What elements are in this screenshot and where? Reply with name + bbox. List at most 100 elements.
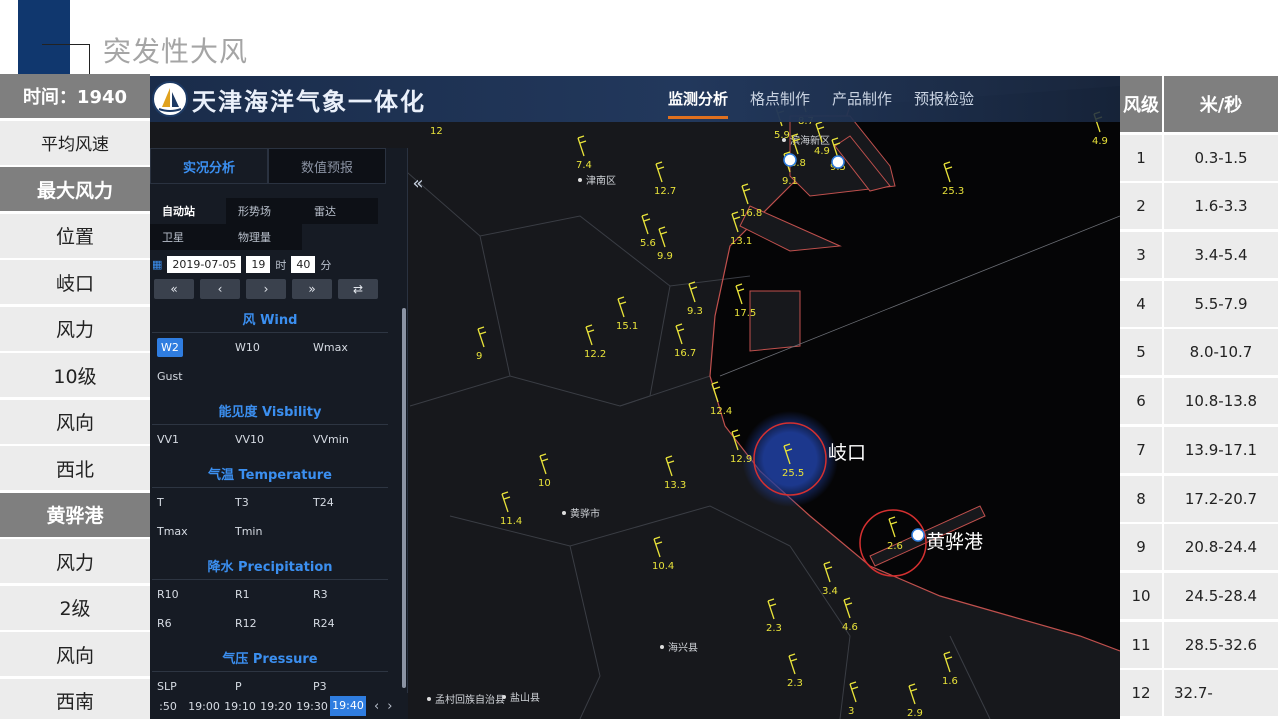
- place-label: 黄骅市: [570, 507, 600, 520]
- date-input[interactable]: 2019-07-05: [167, 256, 242, 273]
- port-marker-icon: [831, 155, 845, 169]
- element-option-label: T: [157, 496, 164, 509]
- hour-unit: 时: [275, 258, 287, 272]
- time-prev-icon[interactable]: ‹: [374, 699, 379, 714]
- element-option[interactable]: W10: [230, 333, 308, 362]
- element-option[interactable]: R12: [230, 609, 308, 638]
- left-cell: 岐口: [0, 260, 150, 304]
- time-cell[interactable]: 19:10: [222, 700, 258, 713]
- time-step-button[interactable]: «: [154, 279, 194, 299]
- sub-tabs: 自动站 形势场 雷达卫星 物理量: [150, 198, 405, 250]
- wind-value-label: 12.7: [654, 186, 676, 197]
- wind-table-row: 9 20.8-24.4: [1120, 524, 1278, 571]
- sub-tab[interactable]: 形势场: [226, 198, 302, 224]
- calendar-icon: ▦: [152, 258, 163, 271]
- left-cell: 平均风速: [0, 120, 150, 165]
- left-cell: 位置: [0, 213, 150, 258]
- wind-value-label: 2.3: [766, 623, 782, 634]
- nav-item[interactable]: 产品制作: [832, 88, 892, 117]
- time-cell[interactable]: :50: [150, 700, 186, 713]
- sailboat-logo-icon: [152, 81, 188, 117]
- element-option[interactable]: Wmax: [308, 333, 386, 362]
- left-cell: 2级: [0, 585, 150, 630]
- element-option[interactable]: R24: [308, 609, 386, 638]
- time-cell[interactable]: 19:40: [330, 696, 366, 716]
- sub-tab[interactable]: 物理量: [226, 224, 302, 250]
- element-option-label: VVmin: [313, 433, 349, 446]
- element-option-label: VV1: [157, 433, 180, 446]
- wind-table-header: 风级 米/秒: [1120, 76, 1278, 132]
- element-option[interactable]: Tmax: [152, 517, 230, 546]
- wind-speed-range: 0.3-1.5: [1164, 134, 1278, 181]
- minute-unit: 分: [320, 258, 332, 272]
- wind-scale-table: 风级 米/秒 1 0.3-1.5 2 1.6-3.3 3 3.4-5.4 4 5.5-7.9 5 8.…: [1120, 76, 1278, 719]
- wind-value-label: 10.4: [652, 561, 674, 572]
- place-marker: [578, 178, 582, 182]
- left-info-column: 时间：1940 平均风速 最大风力 位置 岐口 风力 10级 风向 西北 黄骅港 风力 2级 风向 西南: [0, 74, 150, 719]
- wind-speed-range: 28.5-32.6: [1164, 621, 1278, 668]
- element-option[interactable]: VVmin: [308, 425, 386, 454]
- element-option-label: P: [235, 680, 242, 693]
- minute-input[interactable]: 40: [291, 256, 316, 273]
- time-step-button[interactable]: »: [292, 279, 332, 299]
- element-option[interactable]: W2: [152, 333, 230, 362]
- wind-value-label: 11.4: [500, 516, 522, 527]
- wind-value-label: 9: [476, 351, 482, 362]
- element-option[interactable]: VV1: [152, 425, 230, 454]
- time-next-icon[interactable]: ›: [387, 699, 392, 714]
- wind-value-label: 3: [848, 706, 854, 717]
- time-cell[interactable]: 19:00: [186, 700, 222, 713]
- section-options: T T3 T24 Tmax Tmin: [152, 488, 388, 546]
- hour-input[interactable]: 19: [246, 256, 271, 273]
- panel-scrollbar[interactable]: [402, 308, 406, 688]
- element-option-label: R3: [313, 588, 328, 601]
- left-cell: 风力: [0, 539, 150, 583]
- left-cell: 风力: [0, 306, 150, 351]
- element-option[interactable]: T3: [230, 488, 308, 517]
- wind-value-label: 12.9: [730, 454, 752, 465]
- element-option[interactable]: T: [152, 488, 230, 517]
- element-option[interactable]: R6: [152, 609, 230, 638]
- wind-value-label: 9.3: [687, 306, 703, 317]
- nav-item[interactable]: 预报检验: [914, 88, 974, 117]
- element-option[interactable]: R3: [308, 580, 386, 609]
- nav-item[interactable]: 格点制作: [750, 88, 810, 117]
- section-title: 气温 Temperature: [152, 464, 388, 488]
- wind-value-label: 15.1: [616, 321, 638, 332]
- panel-tab[interactable]: 数值预报: [268, 148, 386, 184]
- element-option[interactable]: VV10: [230, 425, 308, 454]
- time-cell[interactable]: 19:30: [294, 700, 330, 713]
- sub-tab[interactable]: 自动站: [150, 198, 226, 224]
- element-option[interactable]: R10: [152, 580, 230, 609]
- time-step-button[interactable]: ‹: [200, 279, 240, 299]
- time-cell[interactable]: 19:20: [258, 700, 294, 713]
- wind-level: 10: [1120, 572, 1162, 619]
- wind-value-label: 16.8: [740, 208, 762, 219]
- time-step-button[interactable]: ⇄: [338, 279, 378, 299]
- element-option[interactable]: R1: [230, 580, 308, 609]
- panel-tab[interactable]: 实况分析: [150, 148, 268, 184]
- left-cell: 时间：1940: [0, 74, 150, 118]
- place-marker: [427, 697, 431, 701]
- element-option[interactable]: Gust: [152, 362, 230, 391]
- element-option[interactable]: Tmin: [230, 517, 308, 546]
- sub-tab[interactable]: 卫星: [150, 224, 226, 250]
- time-step-button[interactable]: ›: [246, 279, 286, 299]
- nav-item[interactable]: 监测分析: [668, 88, 729, 119]
- collapse-panel-icon[interactable]: «: [408, 168, 428, 198]
- wind-value-label: 17.5: [734, 308, 756, 319]
- slide: 突发性大风 时间：1940 平均风速 最大风力 位置 岐口 风力 10级 风向 西北 黄骅港 风力 2…: [0, 0, 1280, 719]
- element-option-label: R6: [157, 617, 172, 630]
- wind-value-label: 3.4: [822, 586, 838, 597]
- element-option-label: Tmax: [157, 525, 188, 538]
- wind-speed-range: 17.2-20.7: [1164, 475, 1278, 522]
- element-option-label: R12: [235, 617, 257, 630]
- element-option[interactable]: T24: [308, 488, 386, 517]
- section-options: W2 W10 Wmax Gust: [152, 333, 388, 391]
- port-marker-icon: [783, 153, 797, 167]
- element-option-label: Tmin: [235, 525, 263, 538]
- sub-tab[interactable]: 雷达: [302, 198, 378, 224]
- section-title: 风 Wind: [152, 309, 388, 333]
- wind-value-label: 2.3: [787, 678, 803, 689]
- wind-value-label: 7.4: [576, 160, 592, 171]
